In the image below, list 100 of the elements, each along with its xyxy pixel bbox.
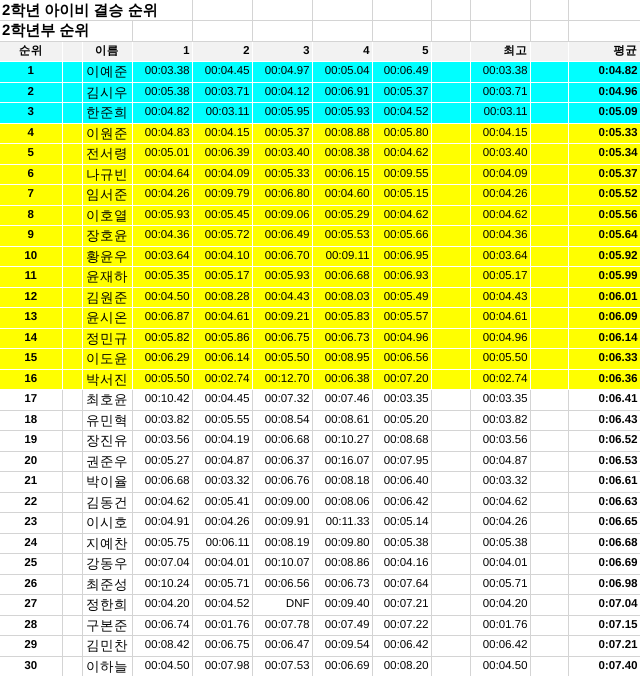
best-time-cell: 00:01.76 xyxy=(470,615,530,636)
time-cell: 00:09.55 xyxy=(372,164,432,184)
time-cell: 00:04.62 xyxy=(372,144,432,164)
average-cell: 0:06.14 xyxy=(568,328,640,348)
time-cell: 00:04.45 xyxy=(192,62,252,82)
name-cell: 윤재하 xyxy=(82,266,132,287)
name-cell: 이하늘 xyxy=(82,656,132,676)
best-time-cell: 00:03.32 xyxy=(470,472,530,492)
average-cell: 0:07.15 xyxy=(568,615,640,636)
time-cell: 00:02.74 xyxy=(192,369,252,390)
rank-cell: 1 xyxy=(0,62,62,82)
time-cell: 00:07.64 xyxy=(372,574,432,594)
time-cell: 00:01.76 xyxy=(192,615,252,636)
time-cell: 00:07.49 xyxy=(312,615,372,636)
average-cell: 0:06.53 xyxy=(568,451,640,472)
time-cell: 00:07.21 xyxy=(372,594,432,615)
rank-cell: 12 xyxy=(0,287,62,308)
time-cell: 00:06.42 xyxy=(372,636,432,656)
best-time-cell: 00:04.26 xyxy=(470,512,530,533)
time-cell: 00:12.70 xyxy=(252,369,312,390)
rank-cell: 6 xyxy=(0,164,62,184)
time-cell: 00:05.80 xyxy=(372,123,432,144)
average-cell: 0:05.52 xyxy=(568,184,640,205)
time-cell: 00:04.83 xyxy=(132,123,192,144)
rank-cell: 28 xyxy=(0,615,62,636)
rank-cell: 5 xyxy=(0,144,62,164)
sheet-subtitle: 2학년부 순위 xyxy=(0,20,132,41)
rank-cell: 29 xyxy=(0,636,62,656)
time-cell: 00:05.57 xyxy=(372,308,432,328)
time-cell: 00:06.74 xyxy=(132,615,192,636)
time-cell: 00:05.50 xyxy=(252,348,312,369)
average-cell: 0:05.34 xyxy=(568,144,640,164)
name-cell: 김원준 xyxy=(82,287,132,308)
time-cell: 00:05.71 xyxy=(192,574,252,594)
best-time-cell: 00:04.26 xyxy=(470,184,530,205)
time-cell: 00:05.29 xyxy=(312,205,372,226)
time-cell: 00:04.16 xyxy=(372,554,432,574)
time-cell: 00:04.91 xyxy=(132,512,192,533)
name-cell: 김시우 xyxy=(82,82,132,102)
time-cell: 00:06.68 xyxy=(312,266,372,287)
rank-cell: 21 xyxy=(0,472,62,492)
column-header: 순위 xyxy=(0,41,62,62)
average-cell: 0:05.37 xyxy=(568,164,640,184)
time-cell: 00:04.15 xyxy=(192,123,252,144)
average-cell: 0:06.69 xyxy=(568,554,640,574)
time-cell: 00:05.20 xyxy=(372,410,432,430)
time-cell: 00:06.68 xyxy=(132,472,192,492)
time-cell: 00:05.17 xyxy=(192,266,252,287)
time-cell: 00:06.49 xyxy=(372,62,432,82)
time-cell: 00:06.38 xyxy=(312,369,372,390)
best-time-cell: 00:04.62 xyxy=(470,205,530,226)
best-time-cell: 00:04.43 xyxy=(470,287,530,308)
name-cell: 최호윤 xyxy=(82,390,132,410)
average-cell: 0:04.82 xyxy=(568,62,640,82)
time-cell: 00:05.45 xyxy=(192,205,252,226)
time-cell: 00:04.43 xyxy=(252,287,312,308)
time-cell: 00:05.49 xyxy=(372,287,432,308)
time-cell: 00:04.96 xyxy=(372,328,432,348)
name-cell: 유민혁 xyxy=(82,410,132,430)
name-cell: 나규빈 xyxy=(82,164,132,184)
time-cell: 00:16.07 xyxy=(312,451,372,472)
time-cell: 00:04.52 xyxy=(192,594,252,615)
column-header: 5 xyxy=(372,41,432,62)
best-time-cell: 00:04.96 xyxy=(470,328,530,348)
time-cell: 00:10.24 xyxy=(132,574,192,594)
time-cell: 00:05.38 xyxy=(372,533,432,554)
time-cell: 00:06.56 xyxy=(252,574,312,594)
name-cell: 정한희 xyxy=(82,594,132,615)
average-cell: 0:05.56 xyxy=(568,205,640,226)
rank-cell: 10 xyxy=(0,246,62,266)
time-cell: 00:06.11 xyxy=(192,533,252,554)
time-cell: 00:03.71 xyxy=(192,82,252,102)
column-header: 평균 xyxy=(568,41,640,62)
time-cell: 00:05.75 xyxy=(132,533,192,554)
sheet-title: 2학년 아이비 결승 순위 xyxy=(0,0,192,20)
average-cell: 0:06.01 xyxy=(568,287,640,308)
name-cell: 김민찬 xyxy=(82,636,132,656)
average-cell: 0:05.33 xyxy=(568,123,640,144)
average-cell: 0:05.64 xyxy=(568,226,640,246)
time-cell: 00:06.70 xyxy=(252,246,312,266)
time-cell: 00:05.04 xyxy=(312,62,372,82)
column-header: 3 xyxy=(252,41,312,62)
best-time-cell: 00:04.01 xyxy=(470,554,530,574)
name-cell: 임서준 xyxy=(82,184,132,205)
time-cell: 00:10.07 xyxy=(252,554,312,574)
time-cell: 00:08.28 xyxy=(192,287,252,308)
time-cell: 00:07.95 xyxy=(372,451,432,472)
rank-cell: 23 xyxy=(0,512,62,533)
rank-cell: 19 xyxy=(0,430,62,451)
time-cell: 00:08.61 xyxy=(312,410,372,430)
time-cell: 00:06.93 xyxy=(372,266,432,287)
name-cell: 이도윤 xyxy=(82,348,132,369)
rank-cell: 14 xyxy=(0,328,62,348)
rank-cell: 18 xyxy=(0,410,62,430)
average-cell: 0:06.43 xyxy=(568,410,640,430)
rank-cell: 13 xyxy=(0,308,62,328)
name-cell: 전서령 xyxy=(82,144,132,164)
time-cell: 00:06.91 xyxy=(312,82,372,102)
average-cell: 0:05.92 xyxy=(568,246,640,266)
time-cell: 00:05.15 xyxy=(372,184,432,205)
